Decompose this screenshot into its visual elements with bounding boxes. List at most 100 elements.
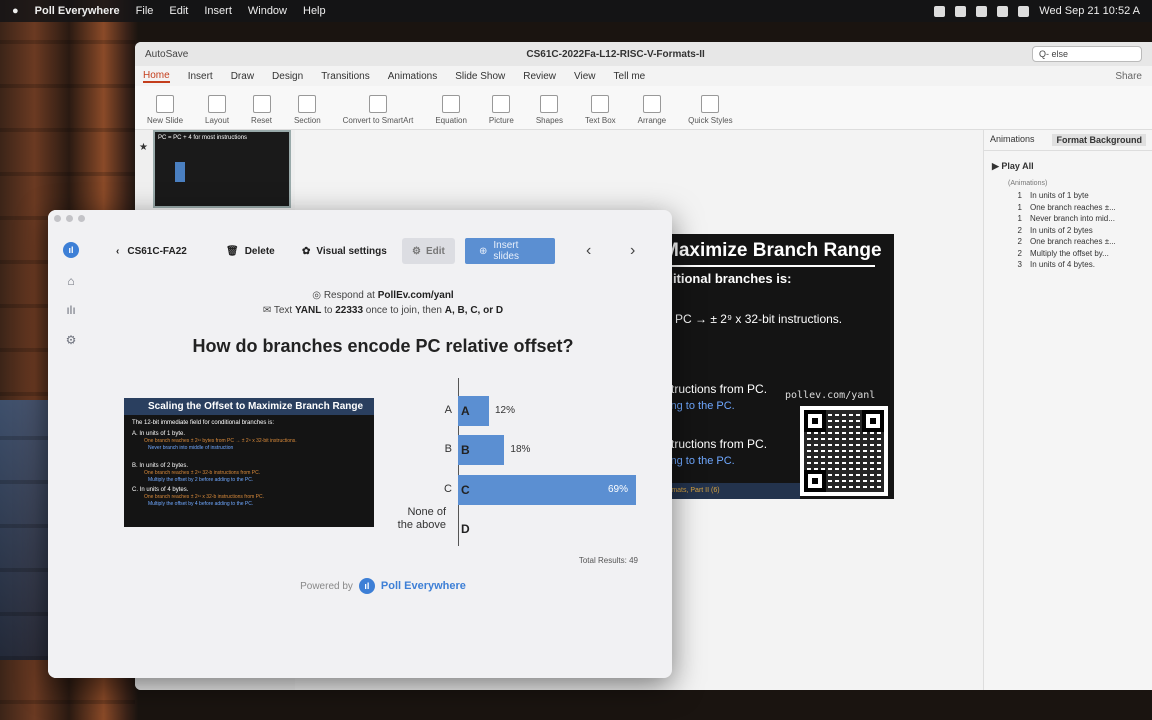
respond-prefix: Respond at <box>323 290 378 301</box>
bar-letter: B <box>461 443 470 457</box>
reset-icon <box>252 95 271 113</box>
minimize-window-button[interactable] <box>66 215 73 222</box>
menu-app-name[interactable]: Poll Everywhere <box>35 5 120 17</box>
insert-icon: ⊕ <box>479 245 488 257</box>
share-button[interactable]: Share <box>1115 71 1142 82</box>
tab-design[interactable]: Design <box>272 71 303 82</box>
close-window-button[interactable] <box>54 215 61 222</box>
animation-order: 3 <box>1017 260 1022 269</box>
tab-insert[interactable]: Insert <box>188 71 213 82</box>
visual-settings-button[interactable]: ✿ Visual settings <box>302 238 387 264</box>
bar-category-label: B <box>444 443 452 455</box>
quick-styles-icon <box>701 95 720 113</box>
picture-button[interactable]: Picture <box>489 95 514 125</box>
search-input[interactable]: Q- else <box>1032 46 1142 62</box>
bar-letter: C <box>461 483 470 497</box>
next-activity-button[interactable]: › <box>630 238 635 264</box>
menu-edit[interactable]: Edit <box>169 5 188 17</box>
mini-slide-option-b: B. In units of 2 bytes. <box>132 463 189 469</box>
tab-format-background[interactable]: Format Background <box>1052 134 1146 146</box>
animation-item[interactable]: 2 One branch reaches ±... <box>1012 236 1152 248</box>
apple-icon[interactable]: ● <box>12 5 19 17</box>
tab-animations[interactable]: Animations <box>388 71 437 82</box>
section-button[interactable]: Section <box>294 95 321 125</box>
equation-icon <box>442 95 461 113</box>
new-slide-button[interactable]: New Slide <box>147 95 183 125</box>
animation-item[interactable]: 2 Multiply the offset by... <box>1012 248 1152 260</box>
animation-label: Multiply the offset by... <box>1030 248 1109 258</box>
slide-thumbnail[interactable]: PC = PC + 4 for most instructions <box>153 130 291 208</box>
previous-activity-button[interactable]: ‹ <box>586 238 591 264</box>
quick-styles-button[interactable]: Quick Styles <box>688 95 733 125</box>
tab-animations-pane[interactable]: Animations <box>990 134 1035 146</box>
shapes-button[interactable]: Shapes <box>536 95 563 125</box>
autosave-toggle[interactable]: AutoSave <box>145 49 188 60</box>
thumbnail-title: PC = PC + 4 for most instructions <box>158 135 248 141</box>
equation-button[interactable]: Equation <box>435 95 467 125</box>
text-box-button[interactable]: Text Box <box>585 95 616 125</box>
slide-title-rule <box>665 265 875 267</box>
smartart-button[interactable]: Convert to SmartArt <box>343 95 413 125</box>
animation-section: (Animations) <box>1008 180 1048 187</box>
animation-item[interactable]: 1 One branch reaches ±... <box>1012 202 1152 214</box>
search-icon[interactable] <box>1018 5 1030 17</box>
animation-order: 1 <box>1017 214 1022 223</box>
animation-item[interactable]: 1 Never branch into mid... <box>1012 213 1152 225</box>
status-area: Wed Sep 21 10:52 A <box>934 5 1140 17</box>
pollev-brand-icon: ıl <box>358 578 375 594</box>
pollev-window: ıl ⌂ ılı ⚙ ‹ CS61C-FA22 🗑 Delete ✿ Visual s… <box>48 210 672 678</box>
wifi-icon[interactable] <box>997 5 1009 17</box>
tab-transitions[interactable]: Transitions <box>321 71 370 82</box>
poll-question: How do branches encode PC relative offse… <box>192 336 574 356</box>
ppt-titlebar: AutoSave CS61C-2022Fa-L12-RISC-V-Formats… <box>135 42 1152 66</box>
zoom-window-button[interactable] <box>78 215 85 222</box>
back-button[interactable]: ‹ CS61C-FA22 <box>116 238 187 264</box>
total-results: Total Results: 49 <box>578 556 638 565</box>
animation-label: In units of 1 byte <box>1030 191 1089 200</box>
menu-clock[interactable]: Wed Sep 21 10:52 A <box>1039 5 1140 17</box>
animation-label: In units of 4 bytes. <box>1030 260 1095 269</box>
menu-insert[interactable]: Insert <box>204 5 232 17</box>
bar-letter: A <box>461 404 470 418</box>
bar-value-label: 69% <box>608 484 629 495</box>
play-all-button[interactable]: ▶ Play All <box>984 151 1152 180</box>
slide-line: structions from PC. <box>665 382 768 396</box>
animation-item[interactable]: 3 In units of 4 bytes. <box>1012 259 1152 271</box>
animation-label: Never branch into mid... <box>1030 214 1115 223</box>
animation-item[interactable]: 2 In units of 2 bytes <box>1012 225 1152 237</box>
ribbon: New Slide Layout Reset Section Convert t… <box>135 86 1152 130</box>
menu-window[interactable]: Window <box>248 5 287 17</box>
animation-order: 2 <box>1017 225 1022 235</box>
arrange-button[interactable]: Arrange <box>638 95 666 125</box>
reset-button[interactable]: Reset <box>251 95 272 125</box>
tab-draw[interactable]: Draw <box>231 71 254 82</box>
tab-home[interactable]: Home <box>143 70 170 83</box>
menu-file[interactable]: File <box>136 5 154 17</box>
pollev-logo-icon[interactable]: ıl <box>63 242 79 258</box>
status-icon[interactable] <box>976 5 988 17</box>
animation-order: 1 <box>1017 191 1022 200</box>
tab-view[interactable]: View <box>574 71 596 82</box>
animation-item[interactable]: 1 In units of 1 byte <box>1012 190 1152 202</box>
poll-slide-image: Scaling the Offset to Maximize Branch Ra… <box>124 398 374 527</box>
menu-help[interactable]: Help <box>303 5 326 17</box>
delete-button[interactable]: 🗑 Delete <box>226 238 275 264</box>
layout-button[interactable]: Layout <box>205 95 229 125</box>
mini-slide-intro: The 12-bit immediate field for condition… <box>132 420 275 426</box>
smartart-icon <box>368 95 387 113</box>
tab-tell-me[interactable]: Tell me <box>614 71 646 82</box>
tab-review[interactable]: Review <box>523 71 556 82</box>
text-to: to <box>321 305 336 316</box>
qr-finder <box>804 470 826 492</box>
status-icon[interactable] <box>934 5 946 17</box>
chevron-left-icon: ‹ <box>116 245 120 257</box>
home-icon[interactable]: ⌂ <box>63 273 79 289</box>
slide-line: n PC → ± 2⁹ x 32-bit instructions. <box>665 312 843 326</box>
mini-slide-detail: One branch reaches ± 2¹¹ 32-b instructio… <box>144 470 261 476</box>
tab-slide-show[interactable]: Slide Show <box>455 71 505 82</box>
edit-button[interactable]: ⚙ Edit <box>402 238 455 264</box>
pollev-sidebar: ıl ⌂ ılı ⚙ <box>48 210 94 678</box>
insert-slides-button[interactable]: ⊕ Insert slides <box>465 238 555 264</box>
qr-finder <box>862 410 884 432</box>
status-icon[interactable] <box>955 5 967 17</box>
